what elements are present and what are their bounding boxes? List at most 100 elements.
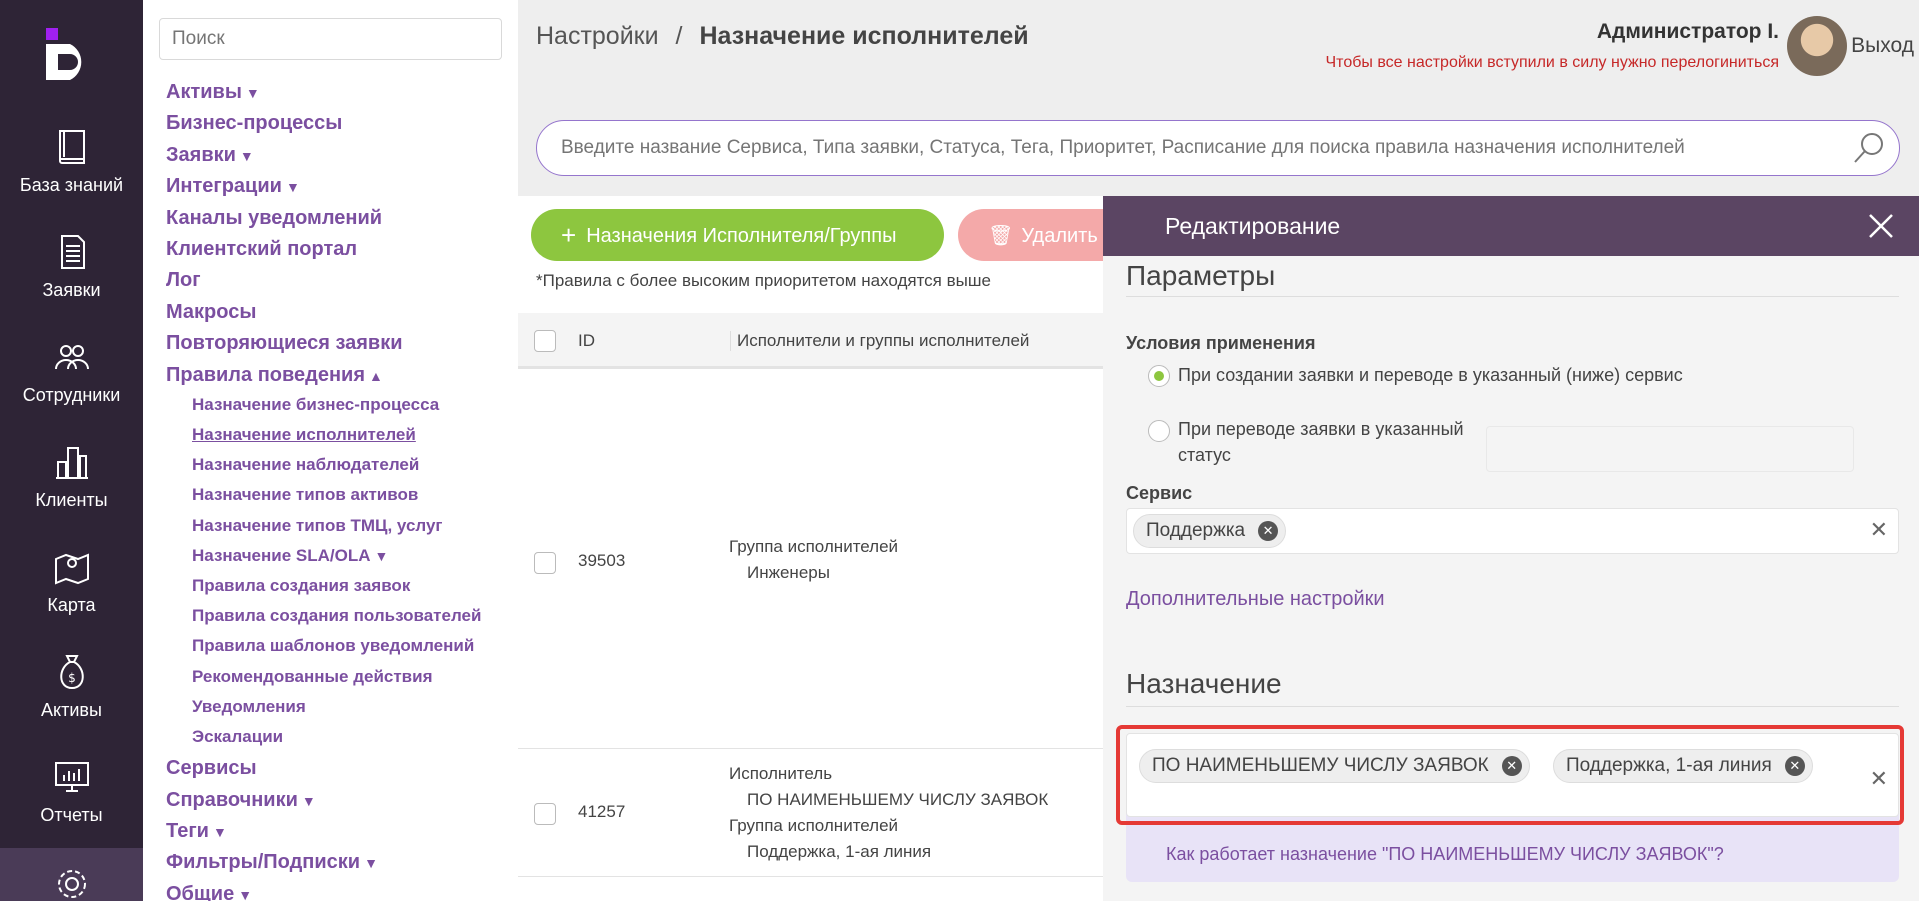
status-select[interactable] [1486,426,1854,472]
nav-sub-item[interactable]: Назначение типов активов [166,482,481,512]
app-rail: База знаний Заявки Сотрудники Клиенты Ка… [0,0,143,901]
chevron-down-icon: ▼ [238,886,253,901]
nav-item-general[interactable]: Общие ▼ [166,880,481,901]
service-select[interactable]: Поддержка ✕ ✕ [1126,508,1899,554]
nav-sub-item[interactable]: Правила шаблонов уведомлений [166,633,481,663]
radio-on-status[interactable] [1148,420,1170,442]
nav-item-label: Правила шаблонов уведомлений [192,636,475,656]
table-row[interactable]: 41257 Исполнитель ПО НАИМЕНЬШЕМУ ЧИСЛУ З… [518,749,1118,877]
nav-sub-item[interactable]: Уведомления [166,694,481,724]
gear-icon [57,870,86,898]
nav-item-requests[interactable]: Заявки ▼ [166,141,481,172]
row-checkbox[interactable] [534,803,556,825]
service-tag: Поддержка ✕ [1133,514,1287,548]
chevron-down-icon: ▼ [212,823,227,840]
rail-item-settings[interactable] [0,848,143,901]
add-assignment-label: Назначения Исполнителя/Группы [586,224,897,247]
tag-label: Поддержка [1146,520,1246,541]
nav-item-tags[interactable]: Теги ▼ [166,817,481,848]
search-icon[interactable] [1851,130,1887,166]
nav-item-services[interactable]: Сервисы [166,754,481,785]
delete-label: Удалить [1021,224,1098,247]
rail-item-map[interactable]: Карта [0,547,143,651]
nav-item-label: Правила создания пользователей [192,606,482,626]
nav-item-assets[interactable]: Активы ▼ [166,78,481,109]
nav-item-label: Макросы [166,300,257,323]
advanced-settings-link[interactable]: Дополнительные настройки [1126,588,1385,611]
breadcrumb-root[interactable]: Настройки [536,22,659,50]
panel-title: Редактирование [1165,213,1341,239]
nav-sub-item[interactable]: Назначение SLA/OLA ▼ [166,543,481,573]
chevron-up-icon: ▲ [369,367,383,384]
priority-note: *Правила с более высоким приоритетом нах… [536,271,991,290]
app-logo-icon[interactable] [44,26,100,82]
nav-sub-item[interactable]: Назначение типов ТМЦ, услуг [166,513,481,543]
nav-item-recurring-requests[interactable]: Повторяющиеся заявки [166,329,481,360]
nav-sub-item[interactable]: Правила создания пользователей [166,603,481,633]
radio-on-status-label[interactable]: При переводе заявки в указанный статус [1178,416,1464,468]
nav-item-label: Клиентский портал [166,237,358,260]
row-executors: Группа исполнителей Инженеры [729,534,898,586]
close-icon[interactable] [1865,210,1897,242]
nav-item-log[interactable]: Лог [166,266,481,297]
logout-button[interactable]: Выход [1851,34,1914,58]
avatar[interactable] [1787,16,1847,76]
breadcrumb-separator: / [675,22,683,50]
buildings-icon [55,447,88,479]
edit-panel: Редактирование Параметры Условия примене… [1103,196,1919,901]
column-header-executors[interactable]: Исполнители и группы исполнителей [730,331,1029,351]
nav-item-integrations[interactable]: Интеграции ▼ [166,172,481,203]
rail-item-requests[interactable]: Заявки [0,232,143,336]
nav-item-label: Эскалации [192,726,284,746]
trash-icon: 🗑 [988,224,1014,247]
select-all-checkbox[interactable] [534,330,556,352]
nav-item-client-portal[interactable]: Клиентский портал [166,235,481,266]
breadcrumb: Настройки / Назначение исполнителей [536,22,1029,51]
radio-on-create-label[interactable]: При создании заявки и переводе в указанн… [1178,362,1683,388]
row-text: Группа исполнителей [729,816,899,835]
money-bag-icon: $ [59,655,84,690]
rail-item-reports[interactable]: Отчеты [0,757,143,861]
nav-sub-item[interactable]: Рекомендованные действия [166,664,481,694]
add-assignment-button[interactable]: + Назначения Исполнителя/Группы [531,209,944,261]
radio-on-create[interactable] [1148,365,1170,387]
remove-tag-icon[interactable]: ✕ [1258,521,1279,541]
rail-item-knowledge[interactable]: База знаний [0,127,143,231]
nav-item-label: Бизнес-процессы [166,112,343,135]
rail-item-assets[interactable]: $ Активы [0,652,143,756]
nav-sub-item-current[interactable]: Назначение исполнителей [166,422,481,452]
clear-icon[interactable]: ✕ [1870,517,1888,543]
nav-item-label: Справочники [166,788,298,811]
row-id: 39503 [578,551,626,570]
rail-item-employees[interactable]: Сотрудники [0,337,143,441]
nav-item-business-processes[interactable]: Бизнес-процессы [166,109,481,140]
nav-sub-item[interactable]: Правила создания заявок [166,573,481,603]
nav-item-behavior-rules[interactable]: Правила поведения ▲ [166,361,481,392]
table-row[interactable]: 39503 Группа исполнителей Инженеры [518,369,1118,749]
nav-item-macros[interactable]: Макросы [166,298,481,329]
row-checkbox[interactable] [534,552,556,574]
column-header-id[interactable]: ID [578,331,595,351]
nav-sub-item[interactable]: Назначение наблюдателей [166,452,481,482]
nav-item-notification-channels[interactable]: Каналы уведомлений [166,204,481,235]
nav-item-filters[interactable]: Фильтры/Подписки ▼ [166,848,481,879]
help-link[interactable]: Как работает назначение "ПО НАИМЕНЬШЕМУ … [1166,844,1724,865]
service-label: Сервис [1126,483,1193,503]
row-text: Инженеры [747,563,830,582]
nav-sub-item[interactable]: Эскалации [166,724,481,754]
rail-item-label: Активы [41,700,102,720]
rule-search-bar [518,100,1919,196]
book-icon [58,130,85,164]
rule-search-input[interactable] [536,120,1900,176]
svg-text:$: $ [68,671,76,685]
radio-text: При переводе заявки в указанный [1178,419,1464,439]
rail-item-label: Отчеты [40,805,103,825]
nav-search-input[interactable] [159,18,502,60]
chart-monitor-icon [54,762,89,792]
rail-item-label: База знаний [19,175,124,195]
rail-item-clients[interactable]: Клиенты [0,442,143,546]
nav-item-label: Фильтры/Подписки [166,851,361,874]
nav-item-dictionaries[interactable]: Справочники ▼ [166,786,481,817]
nav-sub-item[interactable]: Назначение бизнес-процесса [166,392,481,422]
rail-item-label: Сотрудники [22,385,121,405]
